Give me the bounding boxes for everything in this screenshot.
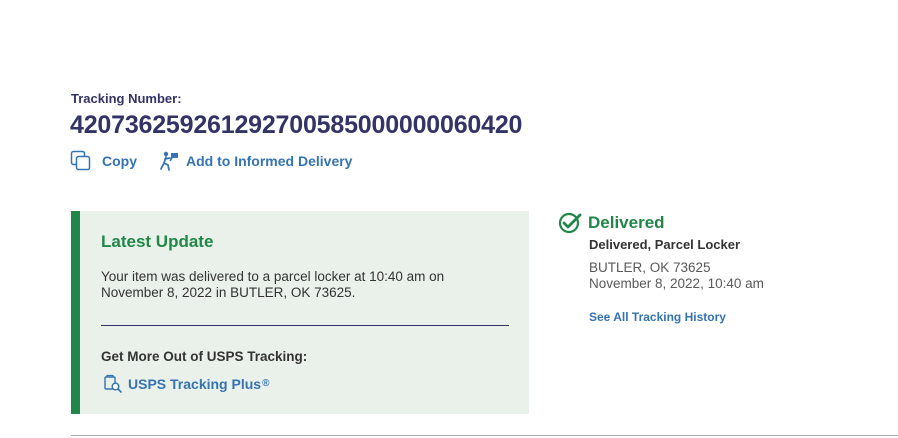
check-circle-icon xyxy=(558,212,583,234)
usps-tracking-plus-link[interactable]: USPS Tracking Plus ® xyxy=(103,374,269,393)
update-divider xyxy=(101,325,509,326)
latest-update-panel: Latest Update Your item was delivered to… xyxy=(71,211,529,414)
copy-label: Copy xyxy=(102,153,137,169)
delivery-status: Delivered Delivered, Parcel Locker BUTLE… xyxy=(558,212,858,326)
latest-update-text: Your item was delivered to a parcel lock… xyxy=(101,269,445,300)
informed-delivery-icon xyxy=(159,150,181,172)
tracking-plus-label: USPS Tracking Plus xyxy=(128,375,262,392)
status-datetime: November 8, 2022, 10:40 am xyxy=(589,276,764,291)
section-divider xyxy=(71,435,898,436)
status-subtitle: Delivered, Parcel Locker xyxy=(589,237,741,252)
tracking-plus-icon xyxy=(103,374,122,393)
see-all-tracking-history-link[interactable]: See All Tracking History xyxy=(589,310,726,324)
add-to-informed-delivery-link[interactable]: Add to Informed Delivery xyxy=(159,150,352,172)
tracking-number-label: Tracking Number: xyxy=(71,91,182,106)
status-location: BUTLER, OK 73625 xyxy=(589,260,711,275)
tracking-page: Tracking Number: 42073625926129270058500… xyxy=(0,0,898,438)
status-title: Delivered xyxy=(588,213,665,232)
tracking-actions: Copy Add to Informed Delivery xyxy=(70,150,352,172)
copy-button[interactable]: Copy xyxy=(70,150,137,172)
copy-icon xyxy=(70,150,92,172)
latest-update-title: Latest Update xyxy=(101,232,214,251)
status-header: Delivered xyxy=(558,212,858,234)
tracking-number: 420736259261292700585000000060420 xyxy=(70,111,523,139)
more-tracking-title: Get More Out of USPS Tracking: xyxy=(101,349,308,364)
registered-mark: ® xyxy=(262,378,270,389)
informed-delivery-label: Add to Informed Delivery xyxy=(186,153,353,169)
